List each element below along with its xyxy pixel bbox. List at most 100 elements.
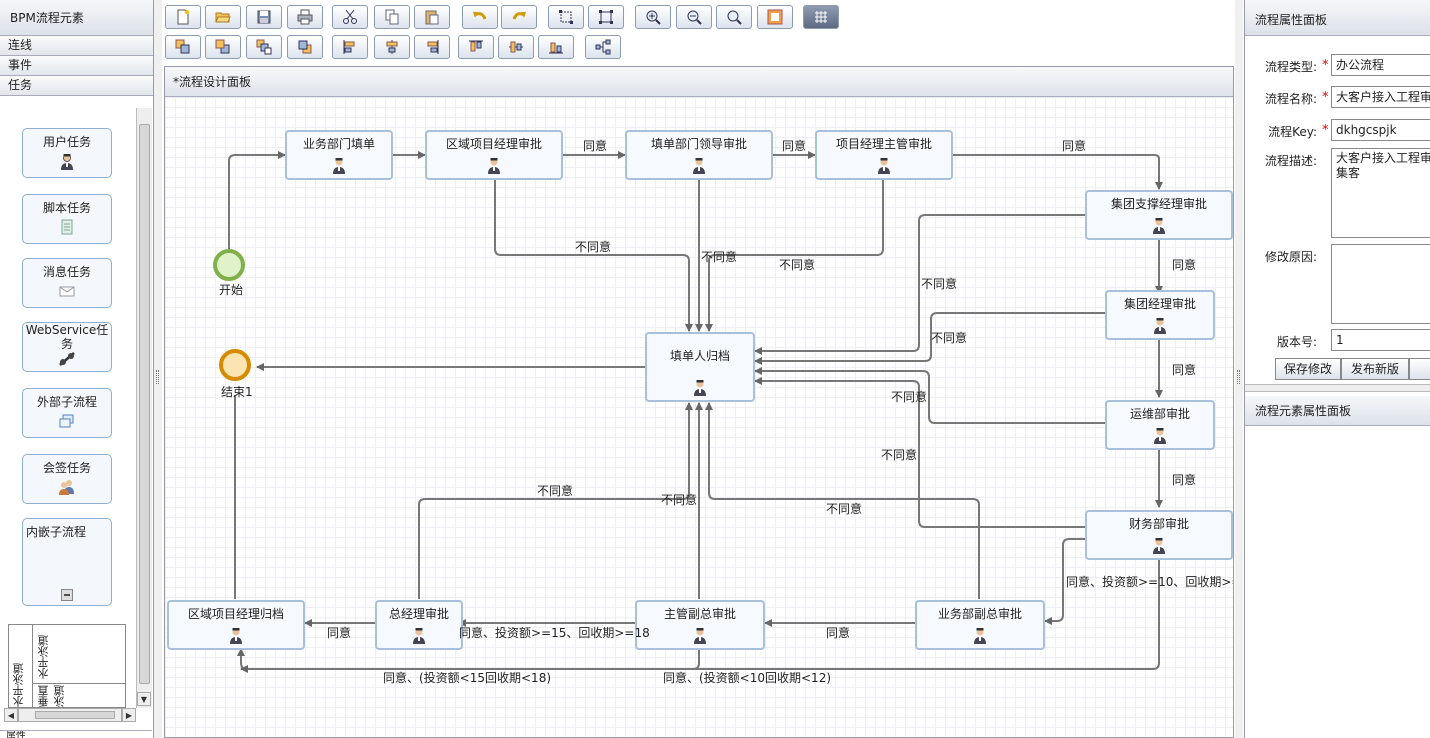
task-n9[interactable]: 填单人归档 [645,332,755,402]
fit-button[interactable] [757,5,793,29]
zoom-actual-button[interactable] [716,5,752,29]
align-center-button[interactable] [374,35,410,59]
flow-n11-disagree[interactable] [418,402,693,599]
task-n4[interactable]: 项目经理主管审批 [815,130,953,180]
edge-label-low15-condition: 同意、(投资额<15回收期<18) [383,671,552,685]
flow-n5-disagree[interactable] [754,214,1085,355]
edge-label-disagree: 不同意 [881,448,918,462]
print-button[interactable] [287,5,323,29]
task-n6[interactable]: 集团经理审批 [1105,290,1215,340]
process-name-field[interactable]: 大客户接入工程审 [1331,86,1430,108]
design-panel-title: *流程设计面板 [165,67,1233,97]
palette-countersign-task[interactable]: 会签任务 [22,454,112,504]
task-n3[interactable]: 填单部门领导审批 [625,130,773,180]
cut-button[interactable] [332,5,368,29]
palette-item-label: 脚本任务 [42,201,91,215]
align-right-button[interactable] [414,35,450,59]
open-button[interactable] [205,5,241,29]
left-bottom-tab[interactable]: 属性 [0,730,152,738]
scrollbar-thumb[interactable] [35,711,115,719]
task-n13[interactable]: 业务部副总审批 [915,600,1045,650]
flow-n12-to-n10[interactable] [237,647,700,670]
properties-divider[interactable] [1245,384,1430,392]
save-button[interactable] [246,5,282,29]
select-button[interactable] [548,5,584,29]
paste-button[interactable] [414,5,450,29]
task-n1[interactable]: 业务部门填单 [285,130,393,180]
edge-label-agree: 同意 [1172,473,1197,487]
user-icon [1153,218,1165,234]
user-icon [1154,428,1166,444]
task-n10[interactable]: 区域项目经理归档 [167,600,305,650]
accordion-connector[interactable]: 连线 [0,36,153,56]
to-front-button[interactable] [165,35,201,59]
zoom-out-button[interactable] [676,5,712,29]
scroll-right-button[interactable]: ▶ [122,708,136,722]
forward-button[interactable] [246,35,282,59]
right-splitter[interactable] [1235,0,1243,738]
start-event-icon[interactable] [213,249,245,281]
flow-n2-disagree[interactable] [494,179,693,332]
palette-external-subprocess[interactable]: 外部子流程 [22,388,112,438]
envelope-icon [59,286,75,297]
undo-button[interactable] [462,5,498,29]
flow-n7-disagree[interactable] [754,367,1105,424]
flow-start-to-n1[interactable] [228,151,286,249]
task-n12[interactable]: 主管副总审批 [635,600,765,650]
scroll-left-button[interactable]: ◀ [4,708,18,722]
user-icon [61,154,73,170]
publish-version-button[interactable]: 发布新版 [1341,358,1409,380]
align-left-button[interactable] [332,35,368,59]
palette-script-task[interactable]: 脚本任务 [22,194,112,244]
scrollbar-thumb[interactable] [139,124,150,684]
swimlane-preview[interactable]: 水平泳道 水平泳道 垂直泳道 [8,624,126,708]
scroll-down-button[interactable]: ▼ [137,692,151,706]
zoom-in-button[interactable] [635,5,671,29]
save-icon [257,10,271,24]
palette-message-task[interactable]: 消息任务 [22,258,112,308]
left-splitter[interactable] [154,0,162,738]
end-event-icon[interactable] [219,349,251,381]
new-button[interactable] [165,5,201,29]
palette-horizontal-scrollbar[interactable] [18,708,122,722]
task-n7[interactable]: 运维部审批 [1105,400,1215,450]
task-n11[interactable]: 总经理审批 [375,600,463,650]
grid-icon [815,11,827,23]
more-button[interactable] [1409,358,1430,380]
process-description-field[interactable]: 大客户接入工程审集客 [1331,148,1430,238]
task-n2[interactable]: 区域项目经理审批 [425,130,563,180]
version-field[interactable]: 1 [1331,329,1430,351]
task-n8[interactable]: 财务部审批 [1085,510,1233,560]
accordion-event[interactable]: 事件 [0,56,153,76]
edge-label-disagree: 不同意 [661,493,698,507]
to-back-button[interactable] [205,35,241,59]
flow-n4-to-n5[interactable] [953,154,1163,190]
align-top-button[interactable] [458,35,494,59]
select-all-button[interactable] [588,5,624,29]
redo-button[interactable] [501,5,537,29]
flow-n13-disagree[interactable] [705,402,980,599]
accordion-task[interactable]: 任务 [0,76,153,96]
task-n5[interactable]: 集团支撑经理审批 [1085,190,1233,240]
palette-webservice-task[interactable]: WebService任务 [22,322,112,372]
user-icon [878,158,890,174]
copy-button[interactable] [374,5,410,29]
task-label: 运维部审批 [1129,407,1190,421]
grid-button[interactable] [803,5,839,29]
palette-embedded-subprocess[interactable]: 内嵌子流程 [22,518,112,606]
flow-n6-disagree[interactable] [754,312,1105,365]
modify-reason-field[interactable] [1331,244,1430,324]
align-bottom-button[interactable] [538,35,574,59]
save-changes-button[interactable]: 保存修改 [1275,358,1341,380]
align-middle-button[interactable] [498,35,534,59]
backward-button[interactable] [287,35,323,59]
palette-vertical-scrollbar[interactable] [136,108,152,708]
design-canvas[interactable]: 开始 结束1 业务部门填单 区域项目经理审批 填单部门领导审批 项目经理主管审批… [165,97,1233,737]
required-mark: * [1322,90,1329,105]
lane-label-bottom: 垂直泳道 [37,685,66,707]
tree-layout-button[interactable] [585,35,621,59]
task-label: 主管副总审批 [663,607,736,621]
process-type-select[interactable]: 办公流程 [1331,54,1430,76]
process-key-field[interactable]: dkhgcspjk [1331,119,1430,141]
palette-user-task[interactable]: 用户任务 [22,128,112,178]
